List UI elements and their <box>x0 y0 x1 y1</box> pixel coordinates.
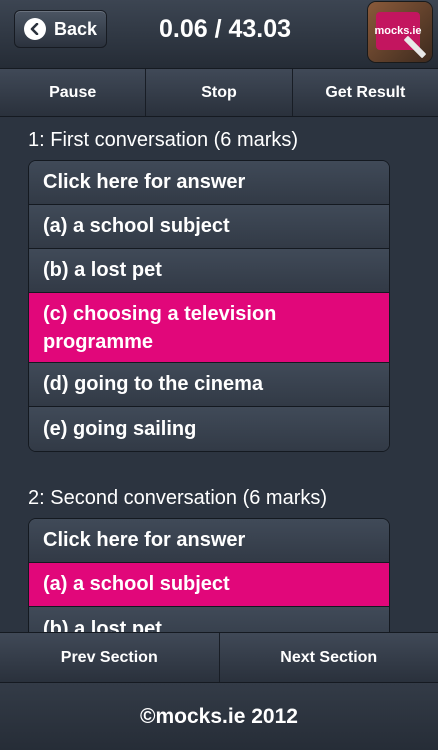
pause-button[interactable]: Pause <box>0 69 147 116</box>
footer: ©mocks.ie 2012 <box>0 682 438 750</box>
option-list: Click here for answer (a) a school subje… <box>28 518 390 632</box>
option-item-selected[interactable]: (c) choosing a television programme <box>29 293 389 363</box>
question-title: 2: Second conversation (6 marks) <box>28 487 328 509</box>
chevron-left-icon <box>24 18 46 40</box>
prev-section-button[interactable]: Prev Section <box>0 633 220 682</box>
next-section-button[interactable]: Next Section <box>220 633 438 682</box>
back-label: Back <box>54 18 98 39</box>
header-bar: Back 0.06 / 43.03 mocks.ie <box>0 0 438 68</box>
stop-button[interactable]: Stop <box>146 69 293 116</box>
playback-toolbar: Pause Stop Get Result <box>0 68 438 117</box>
answer-button[interactable]: Click here for answer <box>29 519 389 563</box>
back-button[interactable]: Back <box>14 10 107 48</box>
timer: 0.06 / 43.03 <box>158 15 292 43</box>
section-nav: Prev Section Next Section <box>0 632 438 682</box>
question-list[interactable]: 1: First conversation (6 marks) Click he… <box>0 117 438 632</box>
answer-button[interactable]: Click here for answer <box>29 161 389 205</box>
option-item[interactable]: (b) a lost pet <box>29 607 389 632</box>
option-item[interactable]: (d) going to the cinema <box>29 363 389 407</box>
app-logo: mocks.ie <box>368 2 432 62</box>
option-item-selected[interactable]: (a) a school subject <box>29 563 389 607</box>
option-item[interactable]: (b) a lost pet <box>29 249 389 293</box>
option-item[interactable]: (e) going sailing <box>29 407 389 451</box>
option-list: Click here for answer (a) a school subje… <box>28 160 390 452</box>
get-result-button[interactable]: Get Result <box>293 69 438 116</box>
option-item[interactable]: (a) a school subject <box>29 205 389 249</box>
copyright-text: ©mocks.ie 2012 <box>140 704 298 728</box>
question-title: 1: First conversation (6 marks) <box>28 129 299 151</box>
